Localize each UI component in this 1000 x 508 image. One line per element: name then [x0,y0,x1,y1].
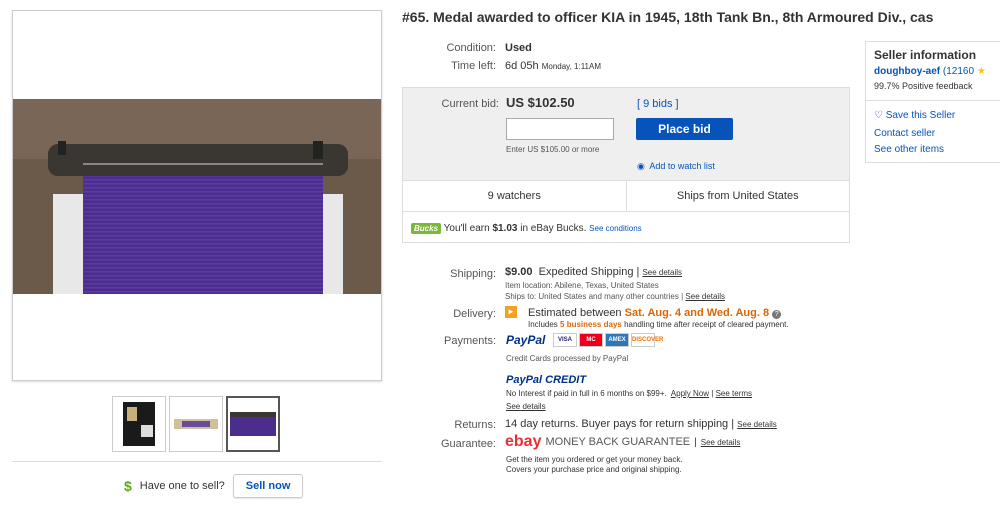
guarantee-line1: Get the item you ordered or get your mon… [506,455,683,464]
ebay-logo: ebay [505,433,542,450]
contact-seller-link[interactable]: Contact seller [874,128,935,139]
save-seller-label: Save this Seller [885,110,956,121]
time-left-remaining: 6d 05h [505,60,539,72]
ebay-bucks-icon: Bucks [411,223,442,234]
seller-info-panel: Seller information doughboy-aef (12160 ★… [865,41,1000,163]
delivery-flag-icon: ► [505,306,517,318]
help-icon[interactable]: ? [772,310,782,319]
bid-box: Current bid: US $102.50 [ 9 bids ] Place… [402,87,850,243]
returns-label: Returns: [454,419,496,431]
sell-promo: $ Have one to sell? Sell now [124,474,304,498]
add-to-watchlist[interactable]: ◉ Add to watch list [637,161,715,172]
delivery-estimate: Estimated between Sat. Aug. 4 and Wed. A… [528,307,782,319]
seller-score-link[interactable]: (12160 [943,66,974,77]
ships-to: Ships to: United States and many other c… [505,292,725,301]
discover-icon: DISCOVER [631,333,663,347]
bucks-text-post: in eBay Bucks. [517,223,587,235]
see-other-items-link[interactable]: See other items [874,144,944,155]
ships-to-see-details[interactable]: See details [685,292,725,301]
bid-amount-input[interactable] [506,118,614,140]
returns-value: 14 day returns. Buyer pays for return sh… [505,418,777,430]
thumbnail-3-selected[interactable] [226,396,280,452]
eye-icon: ◉ [637,161,645,171]
thumbnail-strip [112,396,280,452]
bucks-amount: $1.03 [492,223,518,235]
dollar-icon: $ [124,478,132,494]
apply-now-link[interactable]: Apply Now [671,389,709,398]
sell-question: Have one to sell? [139,480,225,492]
delivery-dates: Sat. Aug. 4 and Wed. Aug. 8 [624,307,770,319]
shipping-price: $9.00 [505,266,533,278]
watch-label: Add to watch list [649,161,715,171]
guarantee-line2: Covers your purchase price and original … [506,465,682,474]
current-bid-value: US $102.50 [506,95,575,110]
divider [12,461,382,462]
bid-panel: Current bid: US $102.50 [ 9 bids ] Place… [403,88,849,180]
item-location: Item location: Abilene, Texas, United St… [505,281,659,290]
heart-icon: ♡ [874,110,883,121]
save-seller-link[interactable]: ♡ Save this Seller [874,110,955,121]
bid-count-link[interactable]: [ 9 bids ] [637,98,679,110]
delivery-note: Includes 5 business days handling time a… [528,320,789,329]
payments-see-details[interactable]: See details [506,402,546,411]
time-left-label: Time left: [451,60,496,72]
thumbnail-2[interactable] [169,396,223,452]
thumbnail-1[interactable] [112,396,166,452]
seller-divider [866,100,1000,101]
credit-card-note: Credit Cards processed by PayPal [506,354,629,363]
current-bid-label: Current bid: [441,98,499,110]
star-icon: ★ [976,66,986,77]
delivery-label: Delivery: [453,308,496,320]
amex-icon: AMEX [605,333,629,347]
ships-from: Ships from United States [625,181,850,211]
delivery-est-pre: Estimated between [528,307,625,319]
see-conditions-link[interactable]: See conditions [589,224,641,233]
guarantee-label: Guarantee: [440,438,496,450]
condition-label: Condition: [446,42,496,54]
watchers-count: 9 watchers [487,190,541,202]
ships-to-text: Ships to: United States and many other c… [505,292,679,301]
delivery-includes-post: handling time after receipt of cleared p… [621,320,789,329]
shipping-label: Shipping: [450,268,496,280]
seller-info-heading: Seller information [874,48,977,62]
sell-now-button[interactable]: Sell now [232,474,304,498]
delivery-includes-pre: Includes [528,320,561,329]
main-image-frame[interactable] [12,10,382,381]
seller-identity: doughboy-aef (12160 ★ [874,66,986,77]
business-days: 5 business days [560,320,622,329]
listing-title: #65. Medal awarded to officer KIA in 194… [402,9,934,25]
payments-label: Payments: [444,335,496,347]
bid-input-hint: Enter US $105.00 or more [506,145,600,154]
visa-icon: VISA [553,333,577,347]
condition-value: Used [505,42,532,54]
time-left-end: Monday, 1:11AM [541,62,602,71]
mastercard-icon: MC [579,333,603,347]
mbg-text: MONEY BACK GUARANTEE [545,436,691,448]
returns-see-details[interactable]: See details [737,420,777,429]
returns-text: 14 day returns. Buyer pays for return sh… [505,418,729,430]
paypal-credit-logo: PayPal CREDIT [506,374,587,386]
time-left-value: 6d 05h Monday, 1:11AM [505,60,601,72]
place-bid-button[interactable]: Place bid [636,118,733,140]
seller-feedback: 99.7% Positive feedback [874,81,973,91]
main-image[interactable] [13,99,381,294]
separator: | [636,266,640,278]
bucks-row: Bucks You'll earn $1.03 in eBay Bucks. S… [411,223,642,234]
see-terms-link[interactable]: See terms [716,389,752,398]
paypal-logo: PayPal [506,333,546,347]
bid-stats-row: 9 watchers Ships from United States [403,180,849,212]
shipping-see-details[interactable]: See details [642,268,682,277]
card-logos: VISA MC AMEX DISCOVER [553,333,663,347]
bucks-text-pre: You'll earn [443,223,493,235]
shipping-value: $9.00 Expedited Shipping | See details [505,266,682,278]
guarantee-see-details[interactable]: See details [701,438,741,447]
shipping-method: Expedited Shipping [538,266,634,278]
paypal-credit-terms: No Interest if paid in full in 6 months … [506,389,753,398]
money-back-guarantee: ebay MONEY BACK GUARANTEE | See details [505,433,741,450]
seller-name-link[interactable]: doughboy-aef [874,66,940,77]
paypal-credit-text: No Interest if paid in full in 6 months … [506,389,667,398]
